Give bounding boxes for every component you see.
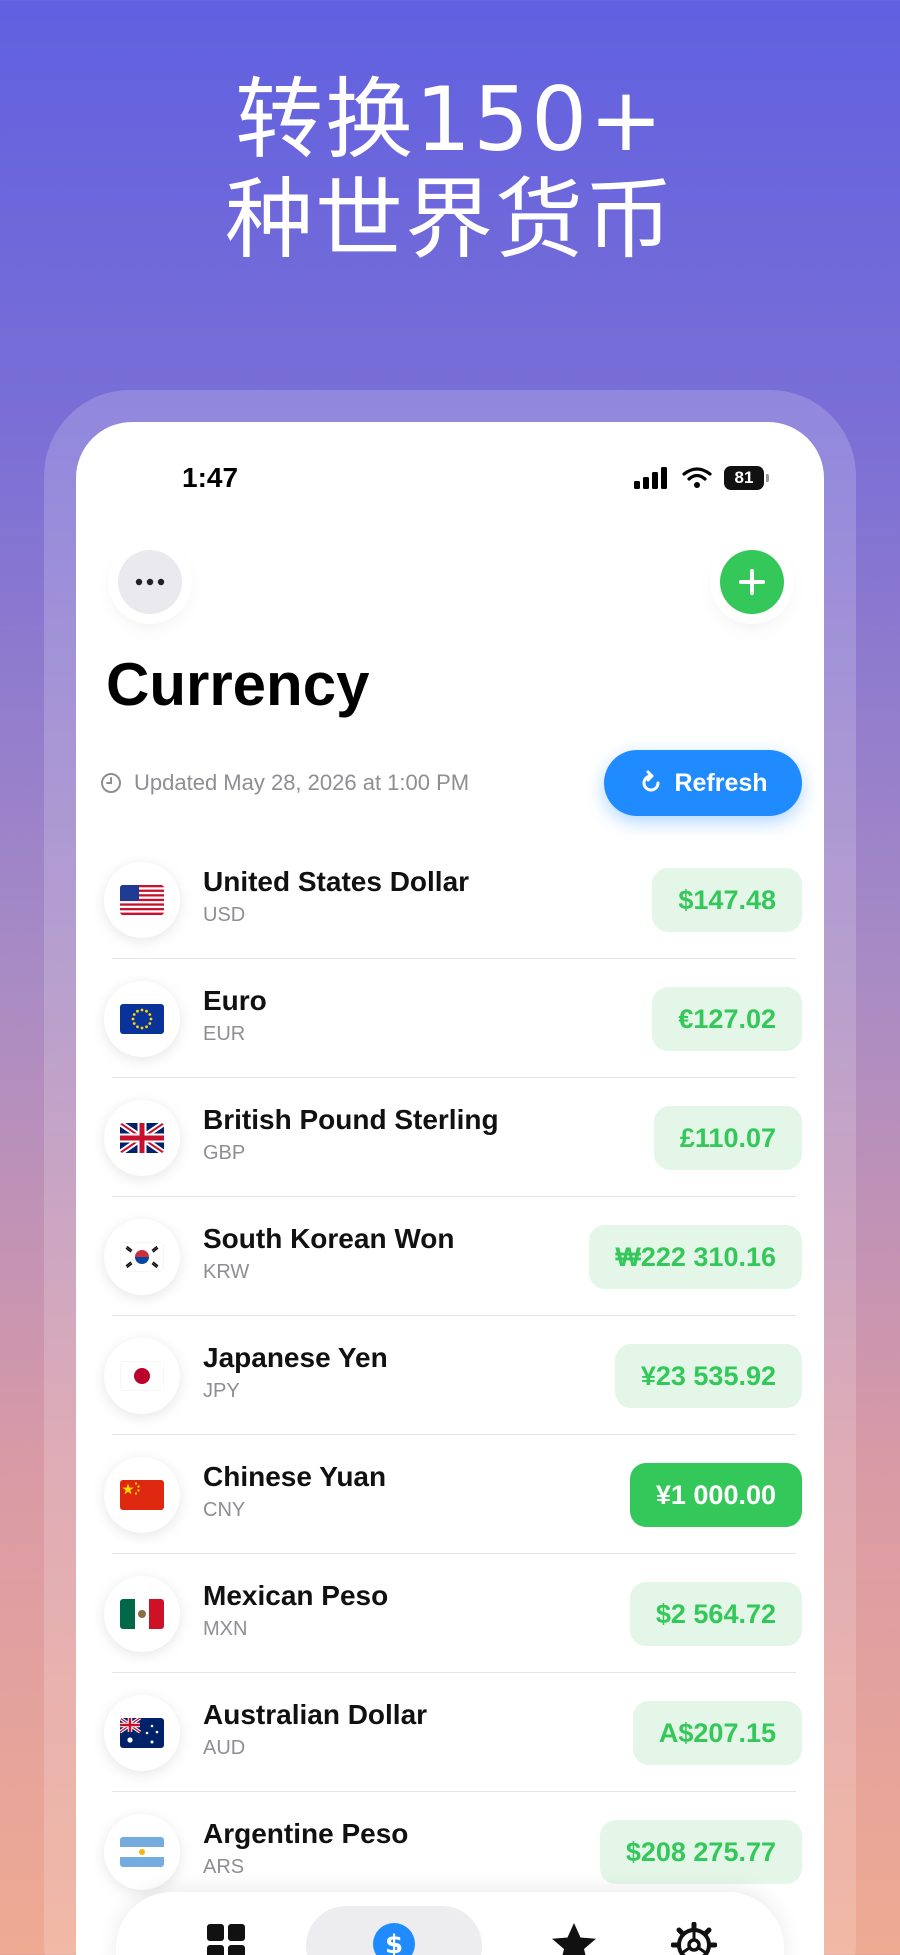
grid-icon (207, 1924, 245, 1955)
currency-row-usd[interactable]: United States Dollar USD $147.48 (76, 840, 824, 959)
currency-name: South Korean Won (203, 1223, 455, 1254)
currency-amount[interactable]: ¥23 535.92 (614, 1344, 802, 1408)
flag-badge (104, 1457, 180, 1533)
currency-amount[interactable]: $208 275.77 (599, 1820, 802, 1884)
us-flag-icon (120, 885, 164, 915)
currency-row-cny[interactable]: Chinese Yuan CNY ¥1 000.00 (76, 1435, 824, 1554)
currency-name: Japanese Yen (203, 1342, 388, 1373)
currency-code: USD (203, 904, 246, 926)
clock-icon (101, 773, 121, 793)
gb-flag-icon (120, 1123, 164, 1153)
ellipsis-icon (135, 578, 165, 586)
currency-code: CNY (203, 1499, 246, 1521)
currency-code: KRW (203, 1261, 250, 1283)
status-icons: 81 (634, 466, 769, 490)
flag-badge (104, 1576, 180, 1652)
promo-headline: 转换150+ 种世界货币 (0, 70, 900, 270)
kr-flag-icon (120, 1242, 164, 1272)
currency-name: Chinese Yuan (203, 1461, 387, 1492)
status-bar: 1:47 81 (76, 422, 824, 532)
currency-row-mxn[interactable]: Mexican Peso MXN $2 564.72 (76, 1554, 824, 1673)
refresh-label: Refresh (674, 768, 768, 797)
currency-name: Argentine Peso (203, 1818, 409, 1849)
currency-amount[interactable]: A$207.15 (632, 1701, 802, 1765)
eu-flag-icon (120, 1004, 164, 1034)
currency-code: EUR (203, 1023, 246, 1045)
currency-code: JPY (203, 1380, 240, 1402)
phone-screen: 1:47 81 Currency Updated May 28, 2026 at… (76, 422, 824, 1955)
headline-line-2: 种世界货币 (224, 168, 675, 271)
mx-flag-icon (120, 1599, 164, 1629)
currency-row-gbp[interactable]: British Pound Sterling GBP £110.07 (76, 1078, 824, 1197)
jp-flag-icon (120, 1361, 164, 1391)
refresh-icon (642, 770, 660, 792)
dollar-icon: $ (373, 1923, 415, 1955)
currency-row-eur[interactable]: Euro EUR €127.02 (76, 959, 824, 1078)
currency-amount[interactable]: £110.07 (653, 1106, 802, 1170)
battery-icon: 81 (724, 466, 769, 490)
currency-name: Euro (203, 985, 267, 1016)
more-options-button[interactable] (118, 550, 182, 614)
tab-bar: $ (116, 1892, 784, 1955)
refresh-button[interactable]: Refresh (604, 750, 802, 816)
flag-badge (104, 1100, 180, 1176)
currency-name: United States Dollar (203, 866, 470, 897)
svg-text:$: $ (385, 1930, 403, 1955)
currency-amount[interactable]: ₩222 310.16 (589, 1225, 802, 1289)
plus-icon (739, 569, 765, 595)
currency-code: AUD (203, 1737, 246, 1759)
cn-flag-icon (120, 1480, 164, 1510)
currency-code: GBP (203, 1142, 246, 1164)
tab-favorites[interactable] (504, 1906, 644, 1955)
add-currency-button[interactable] (720, 550, 784, 614)
ar-flag-icon (120, 1837, 164, 1867)
last-updated: Updated May 28, 2026 at 1:00 PM (100, 770, 469, 796)
currency-row-aud[interactable]: Australian Dollar AUD A$207.15 (76, 1673, 824, 1792)
flag-badge (104, 981, 180, 1057)
currency-amount-base[interactable]: ¥1 000.00 (629, 1463, 802, 1527)
page-title: Currency (106, 651, 370, 718)
star-icon (552, 1923, 596, 1955)
currency-list: United States Dollar USD $147.48 Euro EU… (76, 840, 824, 1911)
currency-amount[interactable]: $147.48 (652, 868, 802, 932)
flag-badge (104, 1219, 180, 1295)
currency-amount[interactable]: €127.02 (652, 987, 802, 1051)
wifi-icon (682, 467, 712, 488)
currency-name: Mexican Peso (203, 1580, 389, 1611)
flag-badge (104, 1338, 180, 1414)
tab-grid[interactable] (156, 1906, 296, 1955)
currency-name: Australian Dollar (203, 1699, 428, 1730)
currency-name: British Pound Sterling (203, 1104, 499, 1135)
flag-badge (104, 1814, 180, 1890)
flag-badge (104, 862, 180, 938)
tab-settings[interactable] (624, 1906, 764, 1955)
currency-code: ARS (203, 1856, 245, 1878)
tab-currency[interactable]: $ (306, 1906, 482, 1955)
au-flag-icon (120, 1718, 164, 1748)
battery-level: 81 (734, 468, 754, 487)
currency-code: MXN (203, 1618, 248, 1640)
flag-badge (104, 1695, 180, 1771)
currency-row-krw[interactable]: South Korean Won KRW ₩222 310.16 (76, 1197, 824, 1316)
currency-row-jpy[interactable]: Japanese Yen JPY ¥23 535.92 (76, 1316, 824, 1435)
currency-amount[interactable]: $2 564.72 (629, 1582, 802, 1646)
headline-line-1: 转换150+ (235, 68, 665, 171)
last-updated-text: Updated May 28, 2026 at 1:00 PM (134, 770, 470, 795)
settings-gear-icon (671, 1922, 717, 1955)
cellular-signal-icon (634, 467, 667, 489)
status-time: 1:47 (182, 462, 239, 493)
